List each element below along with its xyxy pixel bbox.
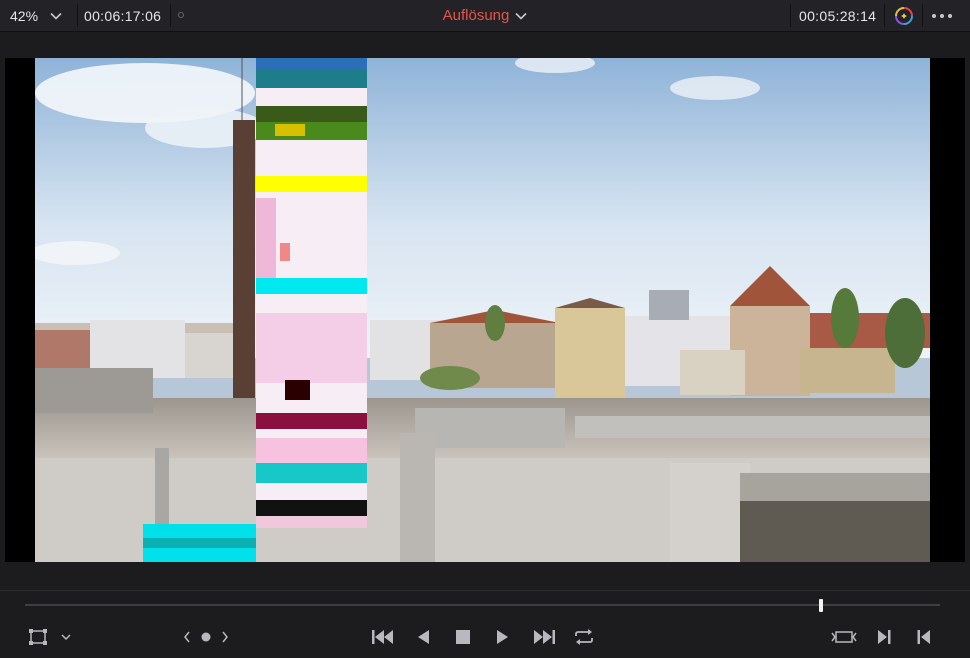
color-effects-icon[interactable]	[893, 0, 915, 31]
next-clip-icon[interactable]	[873, 624, 895, 650]
divider	[922, 4, 923, 27]
divider	[170, 4, 171, 27]
play-icon[interactable]	[492, 624, 514, 650]
divider	[884, 4, 885, 27]
video-frame[interactable]	[35, 58, 930, 562]
stop-icon[interactable]	[452, 624, 474, 650]
match-frame-icon[interactable]	[830, 624, 858, 650]
play-reverse-icon[interactable]	[412, 624, 434, 650]
transform-icon[interactable]	[28, 624, 76, 650]
clip-title-dropdown[interactable]: Auflösung	[443, 7, 528, 24]
loop-icon[interactable]	[571, 624, 597, 650]
zoom-value: 42%	[10, 7, 39, 24]
playhead[interactable]	[819, 599, 824, 612]
record-timecode[interactable]: 00:05:28:14	[799, 0, 876, 31]
prev-next-edit-icon[interactable]	[182, 624, 230, 650]
more-options-icon[interactable]	[931, 0, 953, 31]
source-timecode[interactable]: 00:06:17:06	[84, 0, 161, 31]
status-dot-icon	[178, 12, 184, 18]
video-image	[35, 58, 930, 562]
skip-to-start-icon[interactable]	[369, 624, 397, 650]
divider	[77, 4, 78, 27]
transport-bar	[0, 590, 970, 658]
zoom-dropdown[interactable]: 42%	[10, 0, 62, 31]
skip-to-end-icon[interactable]	[530, 624, 558, 650]
clip-title: Auflösung	[442, 7, 510, 24]
viewer-header: 42% 00:06:17:06 Auflösung 00:05:28:14	[0, 0, 970, 32]
divider	[790, 4, 791, 27]
prev-clip-icon[interactable]	[913, 624, 935, 650]
chevron-down-icon	[50, 12, 62, 20]
chevron-down-icon	[515, 12, 527, 20]
timeline-scrubber[interactable]	[25, 604, 940, 606]
